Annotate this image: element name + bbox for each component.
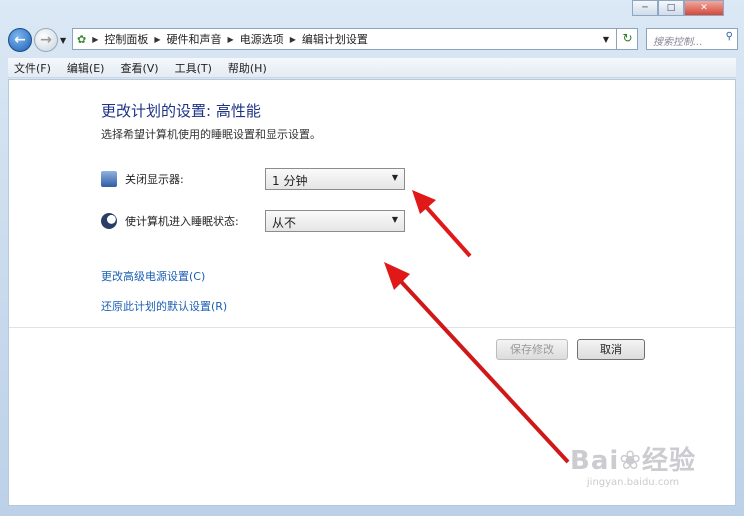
display-off-select[interactable]: 1 分钟 ▼ [265,168,405,190]
chevron-right-icon[interactable]: ▶ [228,35,234,44]
address-dropdown-icon[interactable]: ▼ [603,35,609,44]
back-arrow-icon[interactable]: ← [8,28,32,52]
menu-edit[interactable]: 编辑(E) [67,60,105,76]
breadcrumb-item[interactable]: 电源选项 [240,31,284,47]
sleep-select[interactable]: 从不 ▼ [265,210,405,232]
search-placeholder: 搜索控制... [653,37,703,48]
breadcrumb-item[interactable]: 控制面板 [104,31,148,47]
divider [9,327,735,328]
page-subtitle: 选择希望计算机使用的睡眠设置和显示设置。 [101,128,321,141]
advanced-power-settings-link[interactable]: 更改高级电源设置(C) [101,268,205,284]
menu-bar: 文件(F) 编辑(E) 查看(V) 工具(T) 帮助(H) [8,58,736,78]
cancel-button[interactable]: 取消 [577,339,645,360]
chevron-down-icon: ▼ [391,215,398,224]
close-button[interactable]: ✕ [684,0,724,16]
baidu-watermark-logo: Bai❀经验 jingyan.baidu.com [570,446,697,488]
page-title: 更改计划的设置: 高性能 [101,102,261,120]
moon-icon [101,213,117,229]
display-off-label: 关闭显示器: [125,173,184,186]
menu-file[interactable]: 文件(F) [14,60,51,76]
save-button[interactable]: 保存修改 [496,339,568,360]
chevron-right-icon[interactable]: ▶ [154,35,160,44]
forward-arrow-icon[interactable]: → [34,28,58,52]
search-input[interactable]: 搜索控制... ⚲ [646,28,738,50]
chevron-down-icon: ▼ [391,173,398,182]
sleep-value: 从不 [272,216,297,230]
display-off-value: 1 分钟 [272,174,308,188]
chevron-right-icon[interactable]: ▶ [92,35,98,44]
nav-buttons: ← → ▼ [8,28,66,52]
menu-tools[interactable]: 工具(T) [175,60,212,76]
display-off-row: 关闭显示器: 1 分钟 ▼ [101,168,405,190]
sleep-row: 使计算机进入睡眠状态: 从不 ▼ [101,210,405,232]
menu-help[interactable]: 帮助(H) [228,60,267,76]
monitor-icon [101,171,117,187]
menu-view[interactable]: 查看(V) [120,60,158,76]
chevron-right-icon[interactable]: ▶ [290,35,296,44]
breadcrumb-item[interactable]: 编辑计划设置 [302,31,368,47]
sleep-label: 使计算机进入睡眠状态: [125,215,239,228]
minimize-button[interactable]: ─ [632,0,658,16]
control-panel-icon: ✿ [77,32,87,46]
breadcrumb-item[interactable]: 硬件和声音 [167,31,222,47]
window-controls: ─ □ ✕ [632,0,724,16]
history-dropdown-icon[interactable]: ▼ [60,36,66,45]
address-bar[interactable]: ✿ ▶ 控制面板 ▶ 硬件和声音 ▶ 电源选项 ▶ 编辑计划设置 ▼ [72,28,638,50]
maximize-button[interactable]: □ [658,0,684,16]
refresh-icon[interactable]: ↻ [616,28,638,50]
restore-defaults-link[interactable]: 还原此计划的默认设置(R) [101,298,227,314]
search-icon[interactable]: ⚲ [726,31,733,42]
